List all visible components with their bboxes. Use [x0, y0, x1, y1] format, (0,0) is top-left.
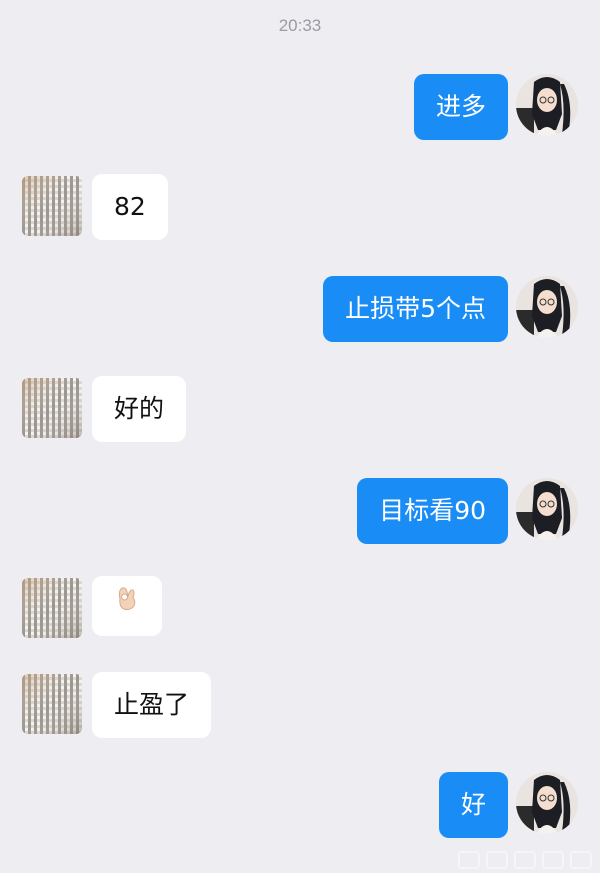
message-row-received: 82: [0, 174, 600, 240]
message-bubble-received[interactable]: [92, 576, 162, 636]
contact-avatar-icon[interactable]: [22, 378, 82, 438]
message-bubble-received[interactable]: 止盈了: [92, 672, 212, 738]
message-row-sent: 目标看90: [0, 478, 600, 544]
user-avatar-icon[interactable]: [516, 478, 578, 540]
message-row-sent: 好: [0, 772, 600, 838]
user-avatar-icon[interactable]: [516, 276, 578, 338]
chat-timestamp: 20:33: [278, 16, 322, 35]
contact-avatar-icon[interactable]: [22, 578, 82, 638]
message-bubble-sent[interactable]: 进多: [413, 74, 508, 140]
message-row-sent: 进多: [0, 74, 600, 140]
message-bubble-sent[interactable]: 目标看90: [357, 478, 508, 544]
message-row-received: 止盈了: [0, 672, 600, 738]
user-avatar-icon[interactable]: [516, 74, 578, 136]
contact-avatar-icon[interactable]: [22, 176, 82, 236]
message-bubble-sent[interactable]: 好: [438, 772, 508, 838]
message-row-sent: 止损带5个点: [0, 276, 600, 342]
message-bubble-sent[interactable]: 止损带5个点: [323, 276, 508, 342]
message-row-received: [0, 576, 600, 642]
contact-avatar-icon[interactable]: [22, 674, 82, 734]
ok-hand-icon: [110, 575, 144, 635]
user-avatar-icon[interactable]: [516, 772, 578, 834]
message-bubble-received[interactable]: 好的: [92, 376, 187, 442]
message-row-received: 好的: [0, 376, 600, 442]
message-bubble-received[interactable]: 82: [92, 174, 168, 240]
watermark-logo-icon: [458, 851, 592, 869]
